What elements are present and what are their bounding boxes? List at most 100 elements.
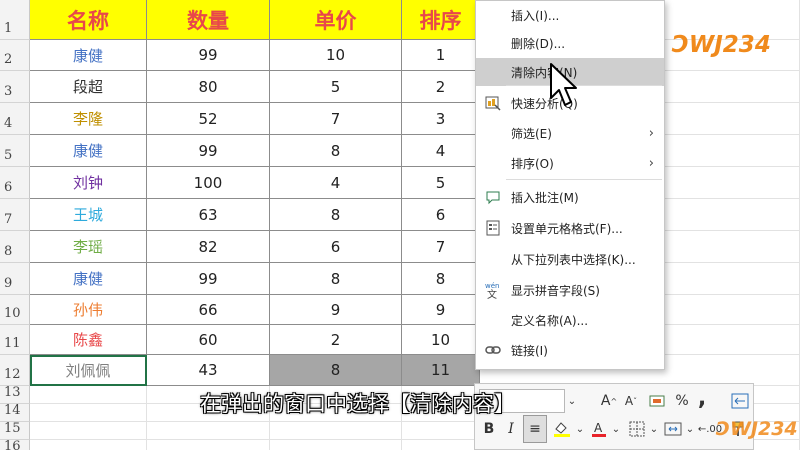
context-menu-item[interactable]: 从下拉列表中选择(K)...	[476, 245, 664, 273]
context-menu-item[interactable]: 设置单元格格式(F)...	[476, 214, 664, 242]
name-cell[interactable]: 段超	[30, 71, 147, 103]
quantity-cell[interactable]: 52	[147, 103, 270, 135]
row-header[interactable]: 4	[0, 103, 30, 135]
name-cell[interactable]: 康健	[30, 263, 147, 295]
order-cell[interactable]: 6	[402, 199, 480, 231]
name-cell[interactable]: 刘钟	[30, 167, 147, 199]
row-header[interactable]: 5	[0, 135, 30, 167]
price-cell[interactable]: 8	[270, 199, 402, 231]
price-cell[interactable]: 8	[270, 355, 402, 386]
comma-button[interactable]: ,	[695, 386, 709, 411]
watermark-logo-bottom: ƆWJ234	[716, 418, 798, 440]
order-cell[interactable]: 8	[402, 263, 480, 295]
font-color-icon[interactable]: A	[587, 417, 611, 441]
price-cell[interactable]: 5	[270, 71, 402, 103]
column-header-cell[interactable]: 排序	[402, 0, 480, 40]
empty-cell[interactable]	[147, 440, 270, 450]
price-cell[interactable]: 2	[270, 325, 402, 355]
empty-cell[interactable]	[402, 440, 480, 450]
order-cell[interactable]: 5	[402, 167, 480, 199]
row-header[interactable]: 6	[0, 167, 30, 199]
order-cell[interactable]: 11	[402, 355, 480, 386]
order-cell[interactable]: 3	[402, 103, 480, 135]
row-header[interactable]: 9	[0, 263, 30, 295]
context-menu-item[interactable]: wén 文显示拼音字段(S)	[476, 276, 664, 304]
wrap-icon[interactable]	[729, 389, 751, 413]
row-header[interactable]: 3	[0, 71, 30, 103]
quantity-cell[interactable]: 100	[147, 167, 270, 199]
empty-cell[interactable]	[270, 440, 402, 450]
empty-cell[interactable]	[30, 440, 147, 450]
name-cell[interactable]: 陈鑫	[30, 325, 147, 355]
borders-dropdown-icon[interactable]: ⌄	[649, 417, 659, 441]
order-cell[interactable]: 4	[402, 135, 480, 167]
empty-cell[interactable]	[30, 422, 147, 440]
context-menu-item[interactable]: 插入(I)...	[476, 1, 664, 29]
row-header[interactable]: 12	[0, 355, 30, 386]
column-header-cell[interactable]: 名称	[30, 0, 147, 40]
name-cell[interactable]: 王城	[30, 199, 147, 231]
row-header[interactable]: 11	[0, 325, 30, 355]
column-header-cell[interactable]: 数量	[147, 0, 270, 40]
row-header[interactable]: 16	[0, 439, 30, 450]
context-menu-item[interactable]: 排序(O) ›	[476, 149, 664, 177]
empty-cell[interactable]	[30, 404, 147, 422]
fill-color-icon[interactable]	[549, 417, 575, 441]
percent-button[interactable]: %	[673, 389, 691, 413]
price-cell[interactable]: 7	[270, 103, 402, 135]
row-header[interactable]: 14	[0, 403, 30, 422]
name-cell[interactable]: 孙伟	[30, 295, 147, 325]
context-menu-item[interactable]: 插入批注(M)	[476, 183, 664, 211]
order-cell[interactable]: 10	[402, 325, 480, 355]
row-header[interactable]: 1	[0, 0, 30, 40]
merge-icon[interactable]	[661, 417, 685, 441]
price-cell[interactable]: 8	[270, 263, 402, 295]
row-header[interactable]: 7	[0, 199, 30, 231]
borders-icon[interactable]	[625, 417, 649, 441]
price-cell[interactable]: 10	[270, 40, 402, 71]
name-cell[interactable]: 刘佩佩	[30, 355, 147, 386]
quantity-cell[interactable]: 99	[147, 40, 270, 71]
price-cell[interactable]: 4	[270, 167, 402, 199]
row-header[interactable]: 13	[0, 385, 30, 404]
quantity-cell[interactable]: 82	[147, 231, 270, 263]
empty-cell[interactable]	[270, 422, 402, 440]
quantity-cell[interactable]: 66	[147, 295, 270, 325]
row-header[interactable]: 10	[0, 295, 30, 325]
decrease-font-button[interactable]: Aˇ	[621, 389, 641, 413]
price-cell[interactable]: 9	[270, 295, 402, 325]
quantity-cell[interactable]: 80	[147, 71, 270, 103]
order-cell[interactable]: 2	[402, 71, 480, 103]
order-cell[interactable]: 7	[402, 231, 480, 263]
price-cell[interactable]: 6	[270, 231, 402, 263]
font-color-dropdown-icon[interactable]: ⌄	[611, 417, 621, 441]
empty-cell[interactable]	[402, 422, 480, 440]
name-cell[interactable]: 康健	[30, 40, 147, 71]
row-header[interactable]: 15	[0, 421, 30, 440]
empty-cell[interactable]	[147, 422, 270, 440]
quantity-cell[interactable]: 43	[147, 355, 270, 386]
context-menu-item[interactable]: 筛选(E) ›	[476, 119, 664, 147]
italic-button[interactable]: I	[501, 417, 521, 441]
name-cell[interactable]: 康健	[30, 135, 147, 167]
row-header[interactable]: 2	[0, 40, 30, 71]
name-cell[interactable]: 李隆	[30, 103, 147, 135]
quantity-cell[interactable]: 63	[147, 199, 270, 231]
order-cell[interactable]: 1	[402, 40, 480, 71]
order-cell[interactable]: 9	[402, 295, 480, 325]
column-header-cell[interactable]: 单价	[270, 0, 402, 40]
quantity-cell[interactable]: 99	[147, 263, 270, 295]
context-menu-item[interactable]: 链接(I)	[476, 336, 664, 364]
quantity-cell[interactable]: 99	[147, 135, 270, 167]
fill-dropdown-icon[interactable]: ⌄	[575, 417, 585, 441]
empty-cell[interactable]	[30, 386, 147, 404]
quantity-cell[interactable]: 60	[147, 325, 270, 355]
number-format-icon[interactable]	[645, 389, 671, 413]
name-cell[interactable]: 李瑶	[30, 231, 147, 263]
row-header[interactable]: 8	[0, 231, 30, 263]
bold-button[interactable]: B	[479, 417, 499, 441]
context-menu-item[interactable]: 删除(D)...	[476, 29, 664, 57]
price-cell[interactable]: 8	[270, 135, 402, 167]
merge-dropdown-icon[interactable]: ⌄	[685, 417, 695, 441]
context-menu-item[interactable]: 定义名称(A)...	[476, 306, 664, 334]
